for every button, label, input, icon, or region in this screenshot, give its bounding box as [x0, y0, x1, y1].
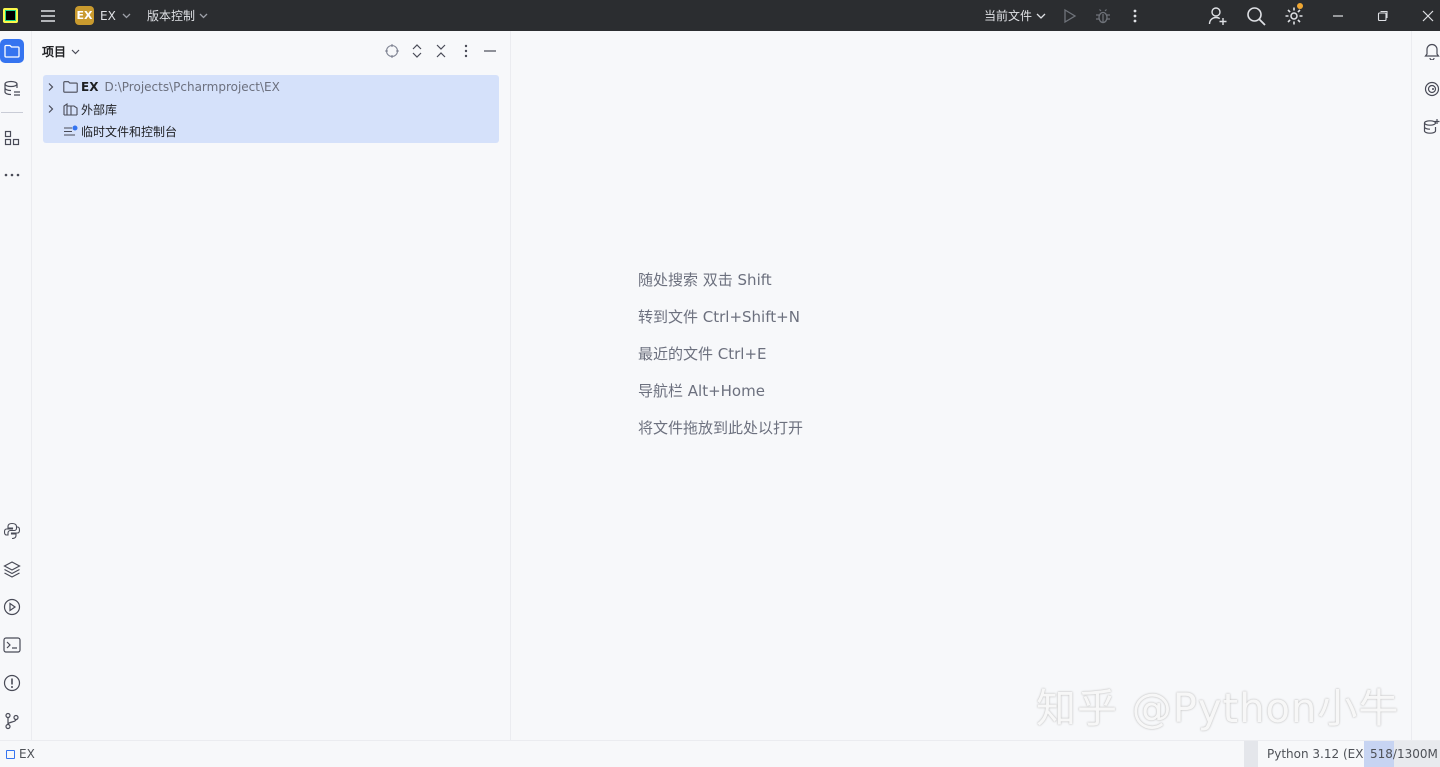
notifications-icon[interactable] [1422, 41, 1440, 61]
database-icon[interactable] [0, 77, 24, 101]
status-project-widget[interactable]: EX [6, 747, 35, 761]
restore-icon[interactable] [1374, 0, 1392, 31]
run-config-label: 当前文件 [984, 9, 1033, 23]
project-view-selector[interactable]: 项目 [42, 43, 80, 60]
more-vertical-icon[interactable] [1128, 0, 1142, 31]
hamburger-menu-icon[interactable] [37, 0, 59, 31]
interpreter-selector[interactable]: Python 3.12 (EX) [1267, 747, 1368, 761]
more-horizontal-icon[interactable] [0, 163, 24, 187]
tree-item-label: EX [81, 80, 99, 94]
search-icon[interactable] [1246, 0, 1266, 31]
hide-panel-icon[interactable] [482, 43, 498, 59]
memory-indicator[interactable]: 518/1300M [1364, 741, 1440, 767]
tree-item-label: 临时文件和控制台 [81, 124, 178, 139]
folder-icon [63, 80, 79, 94]
vcs-label: 版本控制 [147, 9, 196, 23]
scratches-icon [63, 124, 79, 138]
editor-empty-state: 随处搜索 双击 Shift 转到文件 Ctrl+Shift+N 最近的文件 Ct… [511, 31, 1411, 740]
right-tool-strip [1411, 31, 1440, 740]
chevron-down-icon [199, 13, 208, 18]
update-badge [1297, 3, 1303, 9]
project-badge: EX [75, 6, 94, 25]
hint-search-everywhere: 随处搜索 双击 Shift [638, 271, 772, 289]
structure-icon[interactable] [0, 126, 24, 150]
run-icon[interactable] [1063, 0, 1079, 31]
ai-spiral-icon[interactable] [1422, 79, 1440, 99]
title-bar: EX EX 版本控制 当前文件 [0, 0, 1440, 31]
chevron-down-icon [1036, 13, 1046, 19]
minimize-icon[interactable] [1329, 0, 1347, 31]
collapse-all-icon[interactable] [433, 43, 449, 59]
git-icon[interactable] [0, 709, 24, 733]
locate-file-icon[interactable] [384, 43, 400, 59]
chevron-right-icon[interactable] [46, 82, 56, 92]
add-user-icon[interactable] [1208, 0, 1228, 31]
settings-icon[interactable] [1284, 0, 1304, 31]
chevron-down-icon [122, 13, 131, 18]
python-console-icon[interactable] [0, 519, 24, 543]
run-config-selector[interactable]: 当前文件 [984, 0, 1046, 31]
database-ai-icon[interactable] [1422, 117, 1440, 137]
layers-icon[interactable] [0, 557, 24, 581]
project-panel-header: 项目 [32, 31, 510, 71]
tree-item-path: D:\Projects\Pcharmproject\EX [104, 80, 280, 94]
project-panel-title: 项目 [42, 45, 67, 59]
memory-label: 518/1300M [1370, 747, 1438, 761]
project-icon[interactable] [0, 39, 24, 63]
left-tool-strip [0, 31, 32, 740]
status-bar: EX Python 3.12 (EX) 518/1300M [0, 740, 1440, 767]
tree-item-external-libraries[interactable]: 外部库 [43, 98, 499, 120]
terminal-icon[interactable] [0, 633, 24, 657]
tree-item-project-root[interactable]: EX D:\Projects\Pcharmproject\EX [43, 76, 499, 98]
app-logo-icon[interactable] [3, 0, 21, 31]
watermark: 知乎 @Python小牛 [1036, 686, 1400, 732]
project-name: EX [100, 8, 116, 23]
hint-goto-file: 转到文件 Ctrl+Shift+N [638, 308, 800, 326]
services-icon[interactable] [0, 595, 24, 619]
options-icon[interactable] [458, 43, 474, 59]
project-square-icon [6, 749, 15, 759]
chevron-down-icon [71, 49, 80, 54]
tree-item-label: 外部库 [81, 102, 118, 117]
hint-recent-files: 最近的文件 Ctrl+E [638, 345, 767, 363]
library-icon [63, 102, 79, 116]
project-selector[interactable]: EX EX [75, 0, 131, 31]
project-tree: EX D:\Projects\Pcharmproject\EX 外部库 临时文件和… [43, 75, 499, 143]
close-icon[interactable] [1419, 0, 1437, 31]
hint-navigation-bar: 导航栏 Alt+Home [638, 382, 765, 400]
status-project-name: EX [19, 747, 35, 761]
tree-item-scratches[interactable]: 临时文件和控制台 [43, 120, 499, 142]
hint-drop-files: 将文件拖放到此处以打开 [638, 419, 804, 437]
problems-icon[interactable] [0, 671, 24, 695]
project-tool-window: 项目 EX D:\Projects\Pcharmproject\EX 外部库 临… [32, 31, 511, 740]
vcs-selector[interactable]: 版本控制 [147, 0, 208, 31]
chevron-right-icon[interactable] [46, 104, 56, 114]
debug-icon[interactable] [1095, 0, 1111, 31]
strip-divider [1, 112, 23, 113]
expand-all-icon[interactable] [409, 43, 425, 59]
status-grip [1244, 741, 1258, 767]
